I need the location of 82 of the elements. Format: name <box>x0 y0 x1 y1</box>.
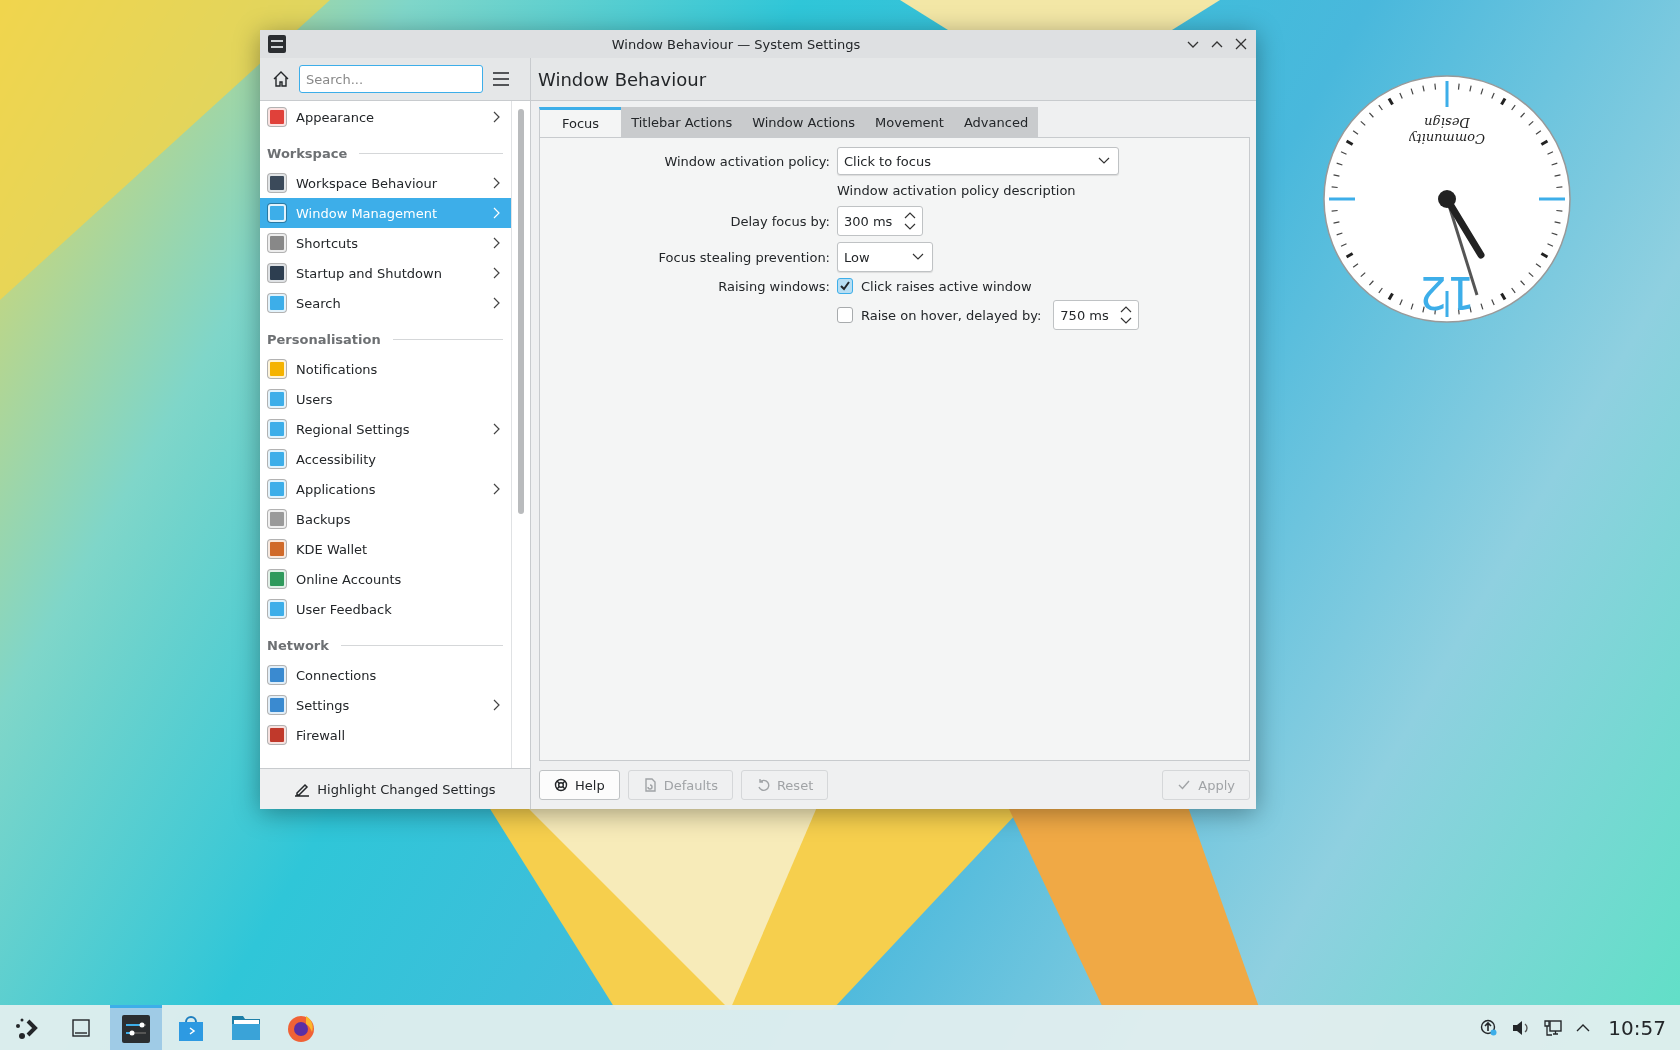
document-icon <box>642 778 657 792</box>
category-icon <box>268 390 286 408</box>
spin-box[interactable]: 750 ms <box>1053 300 1140 330</box>
sidebar-item[interactable]: Regional Settings <box>260 414 511 444</box>
clock-time[interactable]: 10:57 <box>1608 1015 1666 1040</box>
sidebar-item[interactable]: Appearance <box>260 102 511 132</box>
sidebar-item[interactable]: Workspace Behaviour <box>260 168 511 198</box>
category-icon <box>268 510 286 528</box>
tab[interactable]: Advanced <box>953 107 1039 137</box>
tab[interactable]: Movement <box>865 107 954 137</box>
category-icon <box>268 480 286 498</box>
page-title: Window Behaviour <box>531 58 1256 101</box>
checkbox-label: Raise on hover, delayed by: <box>861 307 1042 323</box>
section-header: Personalisation <box>267 331 381 347</box>
sidebar-item[interactable]: Users <box>260 384 511 414</box>
category-icon <box>268 696 286 714</box>
chevron-down-icon <box>1098 157 1110 165</box>
category-icon <box>268 420 286 438</box>
lifebuoy-icon <box>554 778 568 792</box>
tab[interactable]: Titlebar Actions <box>621 107 743 137</box>
checkbox[interactable] <box>837 307 853 323</box>
folder-icon <box>231 1014 261 1041</box>
checkmark-icon <box>1177 778 1192 792</box>
description-text: Window activation policy description <box>837 182 1076 200</box>
category-icon <box>268 666 286 684</box>
analog-clock-widget: Community Design 12 <box>1322 74 1572 324</box>
chevron-up-icon[interactable] <box>1576 1022 1591 1033</box>
chevron-down-icon <box>912 253 924 261</box>
category-icon <box>268 264 286 282</box>
help-button[interactable]: Help <box>539 770 620 800</box>
sidebar-item[interactable]: Shortcuts <box>260 228 511 258</box>
category-icon <box>268 600 286 618</box>
category-icon <box>268 726 286 744</box>
highlight-changed-settings-button[interactable]: Highlight Changed Settings <box>286 777 504 801</box>
update-notifier-icon[interactable] <box>1480 1018 1499 1037</box>
show-desktop-icon <box>72 1018 90 1037</box>
category-icon <box>268 540 286 558</box>
category-icon <box>268 174 286 192</box>
sidebar-item[interactable]: Search <box>260 288 511 318</box>
form-label: Raising windows: <box>717 278 830 294</box>
category-icon <box>268 108 286 126</box>
sidebar-item[interactable]: Settings <box>260 690 511 720</box>
form-label: Window activation policy: <box>663 153 830 169</box>
sidebar-item[interactable]: Connections <box>260 660 511 690</box>
category-icon <box>268 204 286 222</box>
sidebar-item[interactable]: Firewall <box>260 720 511 750</box>
sidebar-item[interactable]: Startup and Shutdown <box>260 258 511 288</box>
tab[interactable]: Window Actions <box>742 107 866 137</box>
form-label: Focus stealing prevention: <box>657 249 830 265</box>
sidebar-item[interactable]: Online Accounts <box>260 564 511 594</box>
sidebar-item[interactable]: Notifications <box>260 354 511 384</box>
search-field[interactable]: Search... <box>299 65 483 93</box>
category-icon <box>268 294 286 312</box>
section-header: Workspace <box>267 145 348 161</box>
menu-icon[interactable] <box>492 71 510 87</box>
spin-box[interactable]: 300 ms <box>837 206 923 236</box>
taskbar-task[interactable] <box>110 1005 162 1050</box>
category-icon <box>268 234 286 252</box>
section-header: Network <box>267 637 329 653</box>
category-icon <box>268 360 286 378</box>
close-button[interactable] <box>1234 37 1248 51</box>
sidebar-item[interactable]: User Feedback <box>260 594 511 624</box>
sidebar-item[interactable]: Applications <box>260 474 511 504</box>
form-label: Delay focus by: <box>729 213 830 229</box>
checkbox[interactable] <box>837 278 853 294</box>
category-icon <box>268 570 286 588</box>
home-icon[interactable] <box>272 70 290 88</box>
category-icon <box>268 450 286 468</box>
checkbox-label: Click raises active window <box>861 278 1032 294</box>
dropdown[interactable]: Click to focus <box>837 147 1119 175</box>
sidebar-item[interactable]: Backups <box>260 504 511 534</box>
scrollbar-thumb[interactable] <box>518 109 524 514</box>
tab[interactable]: Focus <box>539 107 622 137</box>
pen-icon <box>294 781 311 797</box>
network-wired-icon[interactable] <box>1544 1018 1563 1037</box>
shopping-bag-icon <box>178 1013 204 1042</box>
speaker-icon[interactable] <box>1512 1019 1531 1036</box>
window-title: Window Behaviour — System Settings <box>610 36 862 52</box>
sidebar-item[interactable]: KDE Wallet <box>260 534 511 564</box>
sidebar-item[interactable]: Accessibility <box>260 444 511 474</box>
dropdown[interactable]: Low <box>837 242 933 272</box>
undo-icon <box>755 778 770 792</box>
